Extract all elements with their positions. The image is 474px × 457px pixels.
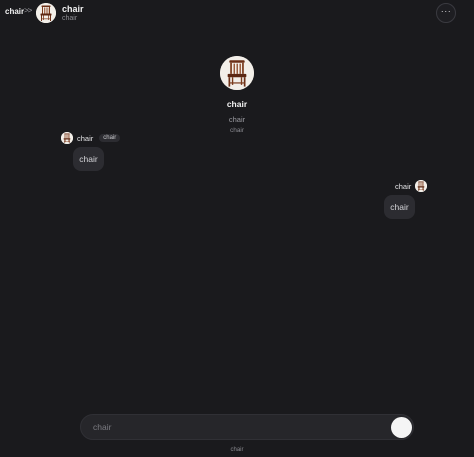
profile-description: chair bbox=[228, 115, 246, 124]
footer-note: chair bbox=[230, 447, 244, 453]
user-avatar[interactable] bbox=[415, 180, 428, 192]
profile-avatar bbox=[220, 56, 254, 90]
message-input[interactable] bbox=[93, 420, 383, 434]
bot-message-bubble: chair bbox=[73, 147, 104, 171]
user-sender-name: chair bbox=[395, 181, 412, 191]
bot-avatar[interactable] bbox=[61, 132, 73, 144]
user-message-header: chair bbox=[395, 180, 428, 192]
character-subtitle: chair bbox=[62, 15, 78, 22]
send-button[interactable] bbox=[391, 417, 412, 438]
brand-link[interactable]: chair bbox=[5, 7, 24, 16]
more-options-button[interactable]: ··· bbox=[436, 3, 456, 23]
character-tag-badge: chair bbox=[99, 134, 121, 142]
character-name[interactable]: chair bbox=[62, 4, 84, 14]
character-avatar[interactable] bbox=[36, 3, 56, 23]
message-composer bbox=[80, 414, 414, 440]
breadcrumb-separator-icon: >> bbox=[24, 6, 32, 15]
more-dots-icon: ··· bbox=[440, 6, 452, 16]
bot-sender-name: chair bbox=[77, 133, 94, 143]
user-message-bubble: chair bbox=[384, 195, 415, 219]
profile-name: chair bbox=[226, 99, 248, 109]
character-profile: chair chair chair bbox=[0, 56, 474, 134]
bot-message-header: chair chair bbox=[61, 132, 121, 144]
top-bar: chair >> chair chair ··· bbox=[0, 0, 474, 28]
